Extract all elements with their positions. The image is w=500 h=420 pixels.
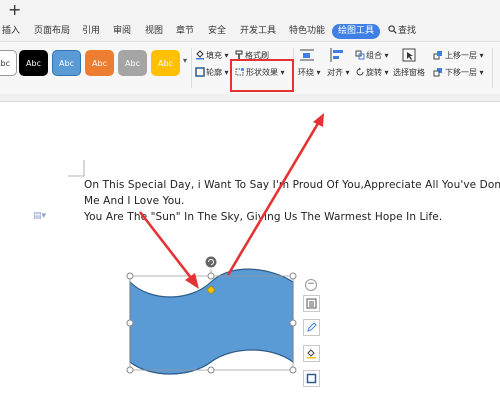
outline-icon [306, 373, 317, 384]
pen-icon [307, 322, 317, 332]
layout-options-icon [306, 298, 317, 309]
resize-handle-bottom-right[interactable] [289, 366, 297, 374]
resize-handle-bottom[interactable] [207, 366, 215, 374]
resize-handle-left[interactable] [126, 319, 134, 327]
resize-handle-bottom-left[interactable] [126, 366, 134, 374]
outline-tool-button[interactable] [303, 370, 320, 387]
resize-handle-right[interactable] [289, 319, 297, 327]
fill-bucket-icon [307, 349, 316, 359]
wave-shape[interactable] [129, 268, 294, 375]
rotate-handle[interactable] [205, 256, 217, 268]
resize-handle-top[interactable] [207, 272, 215, 280]
resize-handle-top-left[interactable] [126, 272, 134, 280]
fill-tool-button[interactable] [303, 345, 320, 362]
collapse-toolbar-icon[interactable]: − [305, 279, 317, 291]
layout-options-button[interactable] [303, 295, 320, 312]
annotation-arrow-left [138, 211, 197, 284]
resize-handle-top-right[interactable] [289, 272, 297, 280]
pen-tool-button[interactable] [303, 319, 320, 336]
annotation-arrowhead-left [185, 273, 199, 289]
wps-writer-window: + 插入 页面布局 引用 审阅 视图 章节 安全 开发工具 特色功能 绘图工具 … [0, 0, 500, 420]
annotation-arrow-right [226, 119, 322, 276]
annotation-highlight-box [230, 59, 294, 92]
